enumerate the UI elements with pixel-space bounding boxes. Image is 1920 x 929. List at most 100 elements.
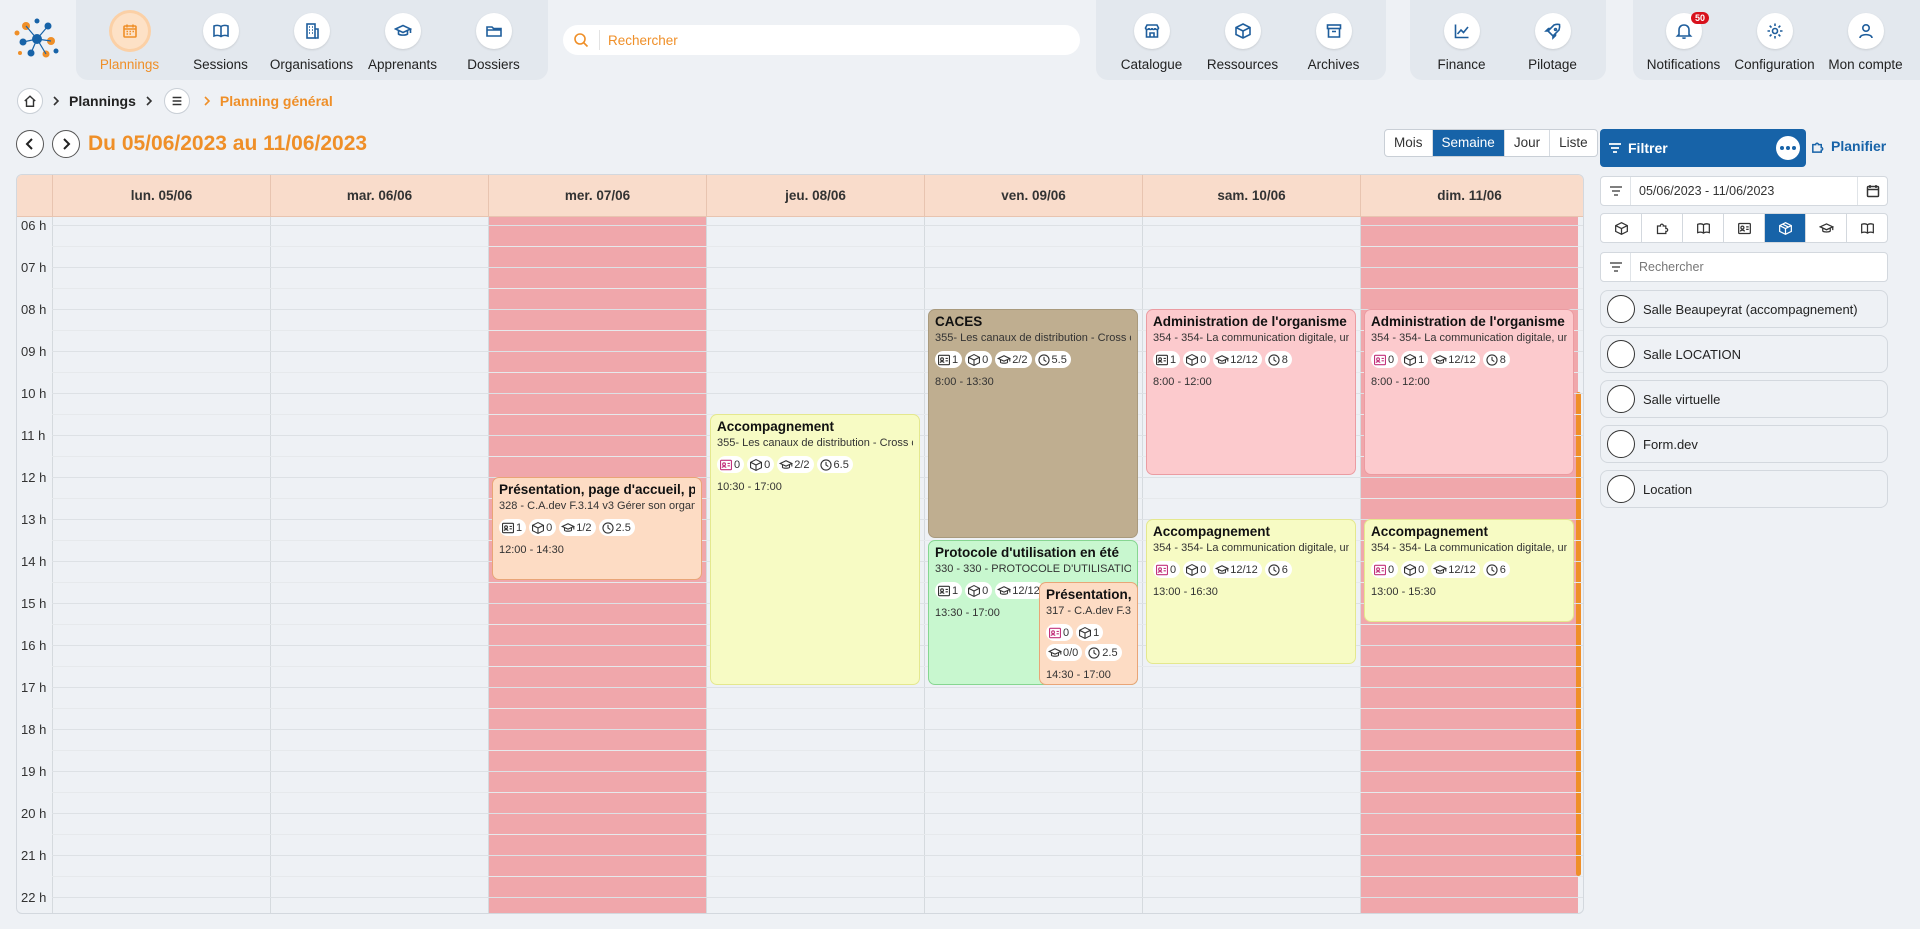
nav-sessions[interactable]: Sessions — [175, 0, 266, 80]
next-week-button[interactable] — [52, 130, 80, 158]
calendar-event[interactable]: Administration de l'organisme 354 - 354- … — [1146, 309, 1356, 475]
calendar-scrollbar[interactable] — [1576, 392, 1581, 876]
chevron-right-icon — [204, 96, 211, 106]
event-chip: 1 — [935, 351, 963, 368]
day-header[interactable]: jeu. 08/06 — [706, 175, 924, 217]
resource-tab[interactable] — [1683, 214, 1724, 242]
nav-configuration[interactable]: Configuration — [1729, 0, 1820, 80]
date-range-value[interactable]: 05/06/2023 - 11/06/2023 — [1631, 184, 1857, 198]
resource-tab[interactable] — [1765, 214, 1806, 242]
room-item[interactable]: Salle LOCATION — [1600, 335, 1888, 373]
hour-gridline — [52, 897, 1583, 898]
event-chip: 12/12 — [1213, 561, 1262, 578]
nav-label: Plannings — [99, 57, 160, 72]
room-item[interactable]: Location — [1600, 470, 1888, 508]
event-chip: 0/0 — [1046, 644, 1083, 661]
day-header[interactable]: lun. 05/06 — [52, 175, 270, 217]
room-item[interactable]: Form.dev — [1600, 425, 1888, 463]
room-select-radio[interactable] — [1607, 340, 1635, 368]
nav-pilotage[interactable]: Pilotage — [1507, 0, 1598, 80]
hour-label: 13 h — [21, 512, 47, 527]
resource-tab[interactable] — [1847, 214, 1887, 242]
view-liste-button[interactable]: Liste — [1550, 130, 1597, 156]
calendar-icon[interactable] — [1857, 177, 1887, 205]
calendar-event[interactable]: Administration de l'organisme 354 - 354- … — [1364, 309, 1574, 475]
nav-finance[interactable]: Finance — [1416, 0, 1507, 80]
nav-icon-wrap — [1534, 13, 1571, 49]
calendar-event[interactable]: Accompagnement 354 - 354- La communicatio… — [1364, 519, 1574, 622]
room-search-placeholder[interactable]: Rechercher — [1631, 260, 1887, 274]
room-select-radio[interactable] — [1607, 475, 1635, 503]
nav-icon-wrap — [1133, 13, 1170, 49]
home-button[interactable] — [17, 88, 43, 114]
nav-organisations[interactable]: Organisations — [266, 0, 357, 80]
calendar-event[interactable]: CACES 355- Les canaux de distribution - C… — [928, 309, 1138, 538]
resource-tab[interactable] — [1724, 214, 1765, 242]
view-semaine-button[interactable]: Semaine — [1432, 130, 1505, 156]
event-chip: 1 — [1401, 351, 1429, 368]
chevron-left-icon — [25, 138, 33, 150]
calendar-header: lun. 05/06 mar. 06/06 mer. 07/06 jeu. 08/06… — [17, 175, 1583, 217]
clock-icon — [819, 458, 832, 471]
date-range-field[interactable]: 05/06/2023 - 11/06/2023 — [1600, 176, 1888, 206]
day-header[interactable]: dim. 11/06 — [1360, 175, 1578, 217]
hour-label: 07 h — [21, 260, 47, 275]
event-time: 14:30 - 17:00 — [1046, 669, 1111, 681]
day-header[interactable]: mer. 07/06 — [488, 175, 706, 217]
filter-lines-icon — [1601, 177, 1631, 205]
calendar-event[interactable]: Accompagnement 355- Les canaux de distrib… — [710, 414, 920, 685]
event-chip: 0 — [529, 519, 557, 536]
event-chip: 0 — [1371, 351, 1399, 368]
event-indicators: 1 0 12/12 8 — [1153, 351, 1349, 368]
filter-bar[interactable]: Filtrer — [1600, 129, 1806, 167]
nav-ressources[interactable]: Ressources — [1197, 0, 1288, 80]
chevron-right-icon — [53, 96, 60, 106]
calendar-event[interactable]: Présentation, page d'accueil, paramétrag… — [492, 477, 702, 580]
breadcrumb-plannings[interactable]: Plannings — [69, 93, 136, 109]
room-select-radio[interactable] — [1607, 430, 1635, 458]
room-item[interactable]: Salle virtuelle — [1600, 380, 1888, 418]
room-search-field[interactable]: Rechercher — [1600, 252, 1888, 282]
hour-label: 14 h — [21, 554, 47, 569]
search-input[interactable] — [608, 32, 1048, 48]
book-icon — [212, 24, 229, 38]
room-select-radio[interactable] — [1607, 295, 1635, 323]
day-header[interactable]: sam. 10/06 — [1142, 175, 1360, 217]
chip-value: 5.5 — [1051, 353, 1067, 366]
room-item[interactable]: Salle Beaupeyrat (accompagnement) — [1600, 290, 1888, 328]
day-column[interactable] — [270, 217, 488, 913]
nav-mon-compte[interactable]: Mon compte — [1820, 0, 1911, 80]
chip-value: 1 — [1093, 626, 1100, 639]
global-search[interactable] — [563, 25, 1080, 55]
nav-notifications[interactable]: Notifications 50 — [1638, 0, 1729, 80]
view-mois-button[interactable]: Mois — [1385, 130, 1433, 156]
nav-archives[interactable]: Archives — [1288, 0, 1379, 80]
more-options-button[interactable] — [1776, 136, 1800, 160]
event-title: Accompagnement — [1153, 524, 1271, 539]
gear-icon — [1767, 23, 1782, 39]
view-jour-button[interactable]: Jour — [1505, 130, 1551, 156]
nav-catalogue[interactable]: Catalogue — [1106, 0, 1197, 80]
nav-apprenants[interactable]: Apprenants — [357, 0, 448, 80]
event-chip: 1 — [499, 519, 527, 536]
previous-week-button[interactable] — [16, 130, 44, 158]
day-header[interactable]: ven. 09/06 — [924, 175, 1142, 217]
menu-button[interactable] — [163, 88, 190, 114]
resource-tab[interactable] — [1601, 214, 1642, 242]
room-select-radio[interactable] — [1607, 385, 1635, 413]
calendar-event[interactable]: Accompagnement 354 - 354- La communicatio… — [1146, 519, 1356, 664]
resource-tab[interactable] — [1642, 214, 1683, 242]
nav-label: Mon compte — [1828, 57, 1903, 72]
resource-tab[interactable] — [1806, 214, 1847, 242]
plan-button[interactable]: Planifier — [1810, 138, 1886, 154]
badge-icon — [502, 522, 514, 533]
chip-value: 6 — [1281, 563, 1288, 576]
nav-plannings[interactable]: Plannings — [84, 0, 175, 80]
nav-label: Archives — [1307, 57, 1360, 72]
day-column[interactable] — [52, 217, 270, 913]
app-logo[interactable] — [12, 14, 62, 64]
calendar-event[interactable]: Présentation, page d'accueil 317 - C.A.de… — [1039, 582, 1138, 685]
nav-dossiers[interactable]: Dossiers — [448, 0, 539, 80]
event-subtitle: 355- Les canaux de distribution - Cross … — [935, 332, 1131, 344]
day-header[interactable]: mar. 06/06 — [270, 175, 488, 217]
